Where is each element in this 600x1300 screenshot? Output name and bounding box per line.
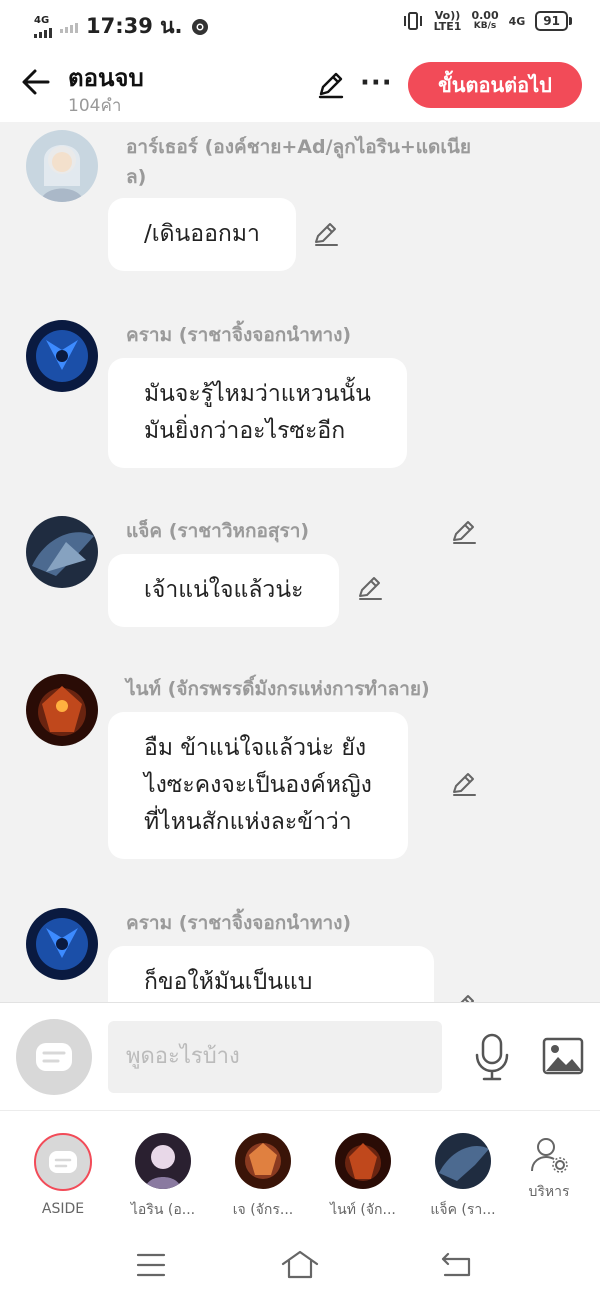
signal-2-icon <box>60 21 78 33</box>
app-header: ตอนจบ 104คำ ··· ขั้นตอนต่อไป <box>0 46 600 122</box>
character-item[interactable]: แจ็ค (รา... <box>418 1133 508 1221</box>
character-label: ไอริน (อ... <box>130 1202 196 1218</box>
message-bubble[interactable]: มันจะรู้ไหมว่าแหวนนั้น มันยิ่งกว่าอะไรซะ… <box>108 358 407 468</box>
character-item[interactable]: ไนท์ (จัก... <box>318 1133 408 1221</box>
character-label: บริหาร <box>528 1184 570 1200</box>
back-nav-icon[interactable] <box>440 1250 474 1278</box>
chat-area[interactable]: อาร์เธอร์ (องค์ชาย+Ad/ลูกไอริน+แดเนียล) … <box>0 122 600 1002</box>
signal-icon: 4G <box>34 14 52 38</box>
chat-bubble-icon <box>36 1043 72 1071</box>
edit-message-icon[interactable] <box>450 770 478 798</box>
aside-toggle-button[interactable] <box>16 1019 92 1095</box>
user-settings-icon <box>531 1138 568 1173</box>
chrome-icon <box>191 18 208 35</box>
message-input[interactable]: พูดอะไรบ้าง <box>108 1021 442 1093</box>
edit-message-icon[interactable] <box>356 574 384 602</box>
vibrate-icon <box>403 12 422 30</box>
character-label: เจ (จักร... <box>232 1202 294 1218</box>
message-bubble[interactable]: เจ้าแน่ใจแล้วน่ะ <box>108 554 340 627</box>
edit-message-icon[interactable] <box>312 220 340 248</box>
character-label: ASIDE <box>41 1201 85 1217</box>
character-name: แจ็ค (ราชาวิหกอสุรา) <box>126 520 310 542</box>
image-icon[interactable] <box>542 1037 584 1075</box>
character-name: คราม (ราชาจิ้งจอกนำทาง) <box>126 912 352 934</box>
character-selector: ASIDE ไอริน (อ... เจ (จักร... ไนท์ (จัก.… <box>0 1110 600 1231</box>
system-nav-bar <box>0 1230 600 1300</box>
avatar <box>435 1133 491 1189</box>
avatar <box>135 1133 191 1189</box>
character-name: คราม (ราชาจิ้งจอกนำทาง) <box>126 324 352 346</box>
menu-icon[interactable] <box>136 1252 166 1278</box>
clock: 17:39 น. <box>86 14 183 38</box>
more-options-button[interactable]: ··· <box>360 68 393 98</box>
battery-icon: 91 <box>535 11 572 31</box>
avatar[interactable] <box>26 320 98 392</box>
composer-bar: พูดอะไรบ้าง <box>0 1002 600 1111</box>
microphone-icon[interactable] <box>474 1033 510 1081</box>
character-name: ไนท์ (จักรพรรดิ์มังกรแห่งการทำลาย) <box>126 678 430 700</box>
character-item[interactable]: ไอริน (อ... <box>118 1133 208 1221</box>
home-icon[interactable] <box>280 1248 320 1280</box>
avatar <box>235 1133 291 1189</box>
next-step-button[interactable]: ขั้นตอนต่อไป <box>408 62 582 108</box>
aside-avatar <box>34 1133 92 1191</box>
character-item[interactable]: เจ (จักร... <box>218 1133 308 1221</box>
word-count: 104คำ <box>68 96 122 116</box>
edit-message-icon[interactable] <box>450 992 478 1002</box>
network-type-right: 4G <box>508 14 526 28</box>
message-bubble[interactable]: ก็ขอให้มันเป็นแบ <box>108 946 434 1002</box>
character-label: ไนท์ (จัก... <box>330 1202 396 1218</box>
character-aside[interactable]: ASIDE <box>18 1133 108 1217</box>
message-bubble[interactable]: /เดินออกมา <box>108 198 296 271</box>
net-speed: 0.00 KB/s <box>471 9 499 31</box>
character-name: อาร์เธอร์ (องค์ชาย+Ad/ลูกไอริน+แดเนียล) <box>126 136 471 188</box>
volte-indicator: Vo)) LTE1 <box>433 9 462 33</box>
manage-characters-button[interactable]: บริหาร <box>504 1135 594 1203</box>
network-type-left: 4G <box>34 14 50 26</box>
status-bar: 4G 17:39 น. Vo)) LTE1 0.00 KB/s 4G 91 <box>0 0 600 46</box>
avatar[interactable] <box>26 130 98 202</box>
edit-title-icon[interactable] <box>316 70 346 100</box>
avatar <box>335 1133 391 1189</box>
character-label: แจ็ค (รา... <box>430 1202 496 1218</box>
avatar[interactable] <box>26 908 98 980</box>
avatar[interactable] <box>26 674 98 746</box>
avatar[interactable] <box>26 516 98 588</box>
back-arrow-icon[interactable] <box>20 66 52 98</box>
message-bubble[interactable]: อืม ข้าแน่ใจแล้วน่ะ ยัง ไงซะคงจะเป็นองค์… <box>108 712 408 859</box>
